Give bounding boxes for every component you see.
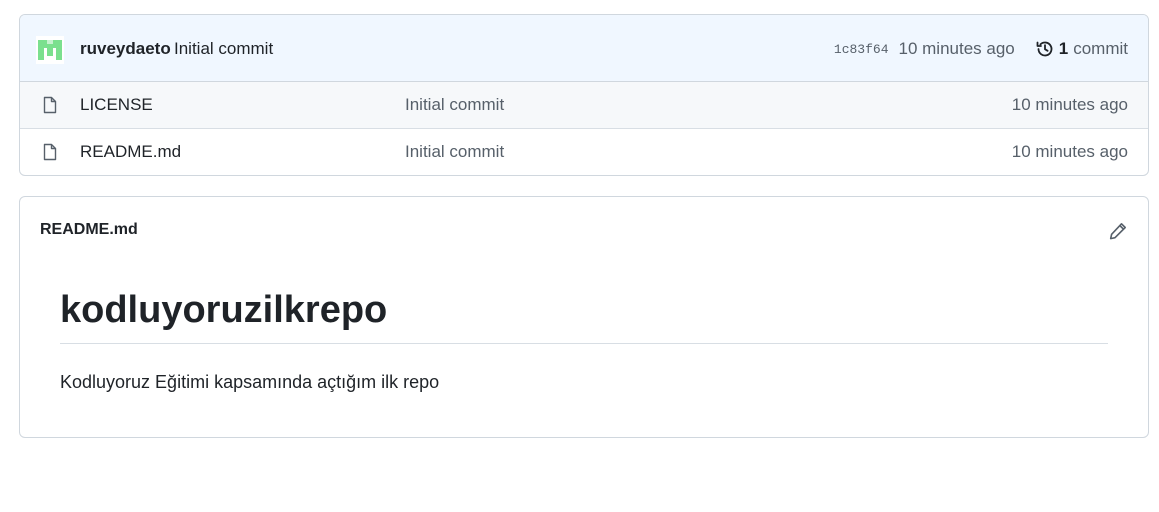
- file-commit-time: 10 minutes ago: [1011, 142, 1128, 161]
- history-label: commit: [1073, 39, 1128, 58]
- commit-message[interactable]: Initial commit: [174, 39, 273, 59]
- history-count: 1: [1058, 39, 1069, 58]
- file-browser: ruveydaeto Initial commit 1c83f64 10 min…: [19, 14, 1149, 176]
- readme-panel: README.md kodluyoruzilkrepo Kodluyoruz E…: [19, 196, 1149, 438]
- file-row: LICENSE Initial commit 10 minutes ago: [20, 82, 1148, 129]
- commit-history-link[interactable]: 1 commit: [1035, 39, 1128, 59]
- readme-filename[interactable]: README.md: [40, 221, 138, 239]
- commit-time: 10 minutes ago: [898, 39, 1015, 58]
- file-commit-message-link[interactable]: Initial commit: [405, 95, 504, 115]
- file-icon: [43, 143, 57, 161]
- file-name-link[interactable]: README.md: [80, 142, 181, 162]
- commit-meta: 1c83f64 10 minutes ago 1 commit: [834, 37, 1128, 61]
- file-row: README.md Initial commit 10 minutes ago: [20, 129, 1148, 175]
- file-name-link[interactable]: LICENSE: [80, 95, 153, 115]
- history-icon: [1036, 41, 1053, 57]
- file-commit-time: 10 minutes ago: [1011, 95, 1128, 114]
- readme-heading: kodluyoruzilkrepo: [60, 287, 1108, 344]
- file-commit-message-link[interactable]: Initial commit: [405, 142, 504, 162]
- file-icon: [43, 96, 57, 114]
- readme-paragraph: Kodluyoruz Eğitimi kapsamında açtığım il…: [60, 372, 440, 392]
- pencil-icon[interactable]: [1108, 221, 1128, 241]
- latest-commit-bar: ruveydaeto Initial commit 1c83f64 10 min…: [20, 15, 1148, 82]
- commit-author[interactable]: ruveydaeto: [80, 39, 171, 59]
- user-avatar[interactable]: [36, 36, 64, 64]
- commit-sha[interactable]: 1c83f64: [834, 42, 889, 57]
